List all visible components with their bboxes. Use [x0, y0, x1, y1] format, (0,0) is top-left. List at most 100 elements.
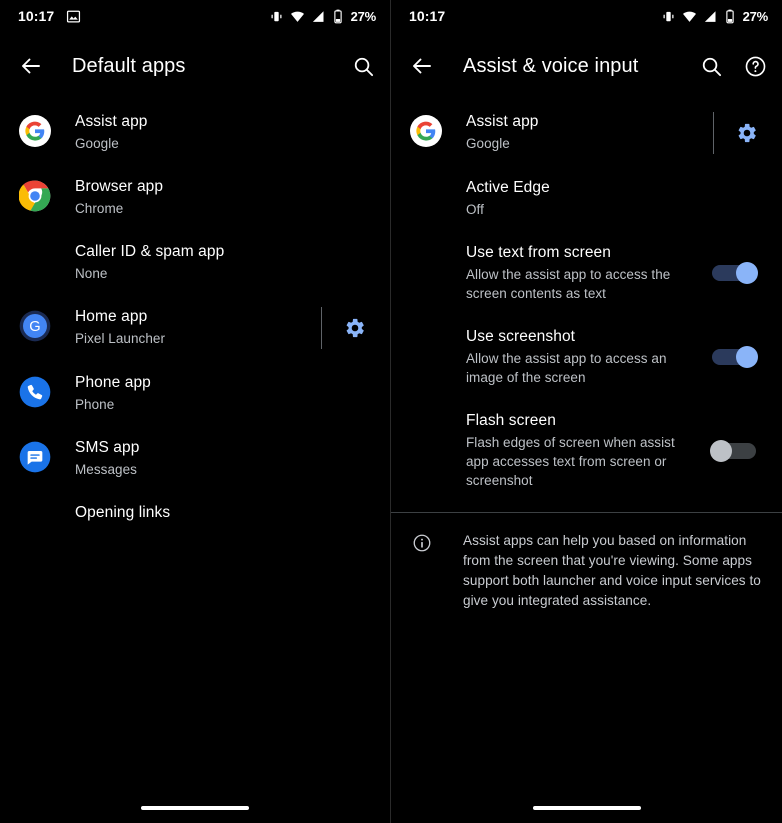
arrow-back-icon — [22, 58, 40, 74]
list-item-text: Opening links — [18, 503, 374, 523]
chrome-icon — [18, 179, 52, 213]
toggle-thumb — [736, 346, 758, 368]
list-item-title: Flash screen — [466, 412, 556, 429]
list-item-text: SMS app Messages — [52, 438, 374, 479]
list-item-subtitle: Allow the assist app to access the scree… — [466, 267, 671, 301]
search-button[interactable] — [350, 53, 376, 79]
list-item-trailing — [311, 307, 374, 349]
svg-text:G: G — [29, 319, 40, 335]
list-item-title: Caller ID & spam app — [75, 243, 225, 260]
vertical-divider — [321, 307, 322, 349]
list-item-active-edge[interactable]: Active Edge Off — [391, 166, 782, 231]
list-item-caller-id-spam-app[interactable]: Caller ID & spam app None — [0, 230, 390, 295]
list-item-trailing — [700, 411, 766, 490]
list-item-subtitle: None — [75, 266, 108, 281]
page-title: Assist & voice input — [463, 54, 639, 77]
right-phone-screen: 10:17 27% Assist & voice input Assist ap… — [391, 0, 782, 823]
list-item-trailing — [703, 112, 766, 154]
gear-icon — [346, 318, 364, 338]
dual-screenshot-container: 10:17 27% Default apps Assist app Google… — [0, 0, 782, 823]
list-item-browser-app[interactable]: Browser app Chrome — [0, 165, 390, 230]
list-item-text: Caller ID & spam app None — [18, 242, 374, 283]
back-button[interactable] — [409, 53, 435, 79]
list-item-use-screenshot[interactable]: Use screenshot Allow the assist app to a… — [391, 315, 782, 399]
home-gesture-pill[interactable] — [532, 806, 641, 810]
list-item-title: SMS app — [75, 439, 140, 456]
wifi-icon — [682, 11, 696, 22]
notification-icons — [66, 9, 81, 24]
list-item-text: Flash screen Flash edges of screen when … — [409, 411, 700, 490]
app-bar-right: Assist & voice input — [391, 38, 782, 94]
list-item-text: Browser app Chrome — [52, 177, 374, 218]
footer-info-text: Assist apps can help you based on inform… — [463, 533, 761, 608]
list-item-text: Home app Pixel Launcher — [52, 307, 311, 348]
default-apps-list: Assist app Google Browser app Chrome Cal… — [0, 94, 390, 545]
status-bar-right: 10:17 27% — [391, 0, 782, 32]
list-item-subtitle: Messages — [75, 462, 137, 477]
footer-info-note: Assist apps can help you based on inform… — [391, 513, 782, 629]
list-item-title: Assist app — [75, 113, 148, 130]
list-item-text: Assist app Google — [52, 112, 374, 153]
system-status-icons: 27% — [269, 9, 376, 24]
google-icon — [18, 114, 52, 148]
list-item-opening-links[interactable]: Opening links — [0, 491, 390, 545]
list-item-subtitle: Chrome — [75, 201, 124, 216]
list-item-title: Home app — [75, 308, 148, 325]
status-bar-clock: 10:17 — [18, 8, 55, 24]
assist-voice-input-list: Assist app Google Active Edge Off Use te… — [391, 94, 782, 502]
list-item-subtitle: Flash edges of screen when assist app ac… — [466, 435, 675, 488]
list-item-home-app[interactable]: G Home app Pixel Launcher — [0, 295, 390, 361]
phone-icon — [18, 375, 52, 409]
vibrate-icon — [663, 11, 674, 21]
status-bar-clock: 10:17 — [409, 8, 446, 24]
list-item-assist-app[interactable]: Assist app Google — [0, 100, 390, 165]
flash-screen-toggle[interactable] — [710, 439, 758, 462]
back-button[interactable] — [18, 53, 44, 79]
toggle-thumb — [710, 439, 732, 462]
list-item-assist-app[interactable]: Assist app Google — [391, 100, 782, 166]
system-status-icons: 27% — [661, 9, 768, 24]
home-app-settings-button[interactable] — [340, 313, 370, 343]
app-bar-actions-left — [350, 53, 376, 79]
status-bar-left: 10:17 27% — [0, 0, 390, 32]
google-icon — [409, 114, 443, 148]
home-gesture-pill[interactable] — [141, 806, 249, 810]
assist-app-settings-button[interactable] — [732, 118, 762, 148]
search-button[interactable] — [698, 53, 724, 79]
gear-icon — [738, 123, 756, 143]
list-item-subtitle: Off — [466, 202, 484, 217]
use-screenshot-toggle[interactable] — [710, 346, 758, 368]
list-item-text: Active Edge Off — [409, 178, 766, 219]
list-item-subtitle: Pixel Launcher — [75, 331, 166, 346]
list-item-text: Phone app Phone — [52, 373, 374, 414]
navigation-bar-right — [391, 793, 782, 823]
image-icon — [67, 10, 81, 22]
list-item-text: Use screenshot Allow the assist app to a… — [409, 327, 700, 387]
battery-icon — [725, 9, 734, 23]
list-item-subtitle: Phone — [75, 397, 115, 412]
search-icon — [702, 57, 721, 76]
wifi-icon — [290, 11, 304, 22]
list-item-text: Assist app Google — [443, 112, 703, 153]
list-item-title: Active Edge — [466, 179, 550, 196]
pixel-launcher-icon: G — [18, 309, 52, 343]
list-item-phone-app[interactable]: Phone app Phone — [0, 361, 390, 426]
list-item-subtitle: Allow the assist app to access an image … — [466, 351, 667, 385]
help-icon — [745, 56, 765, 76]
help-button[interactable] — [742, 53, 768, 79]
list-item-subtitle: Google — [466, 136, 510, 151]
arrow-back-icon — [413, 58, 431, 74]
list-item-use-text-from-screen[interactable]: Use text from screen Allow the assist ap… — [391, 231, 782, 315]
left-phone-screen: 10:17 27% Default apps Assist app Google… — [0, 0, 391, 823]
navigation-bar-left — [0, 793, 390, 823]
vertical-divider — [713, 112, 714, 154]
use-text-from-screen-toggle[interactable] — [710, 262, 758, 284]
toggle-thumb — [736, 262, 758, 284]
list-item-title: Use text from screen — [466, 244, 611, 261]
list-item-trailing — [700, 327, 766, 387]
signal-icon — [704, 10, 716, 22]
list-item-title: Opening links — [75, 504, 171, 521]
list-item-flash-screen[interactable]: Flash screen Flash edges of screen when … — [391, 399, 782, 502]
list-item-sms-app[interactable]: SMS app Messages — [0, 426, 390, 491]
list-item-text: Use text from screen Allow the assist ap… — [409, 243, 700, 303]
